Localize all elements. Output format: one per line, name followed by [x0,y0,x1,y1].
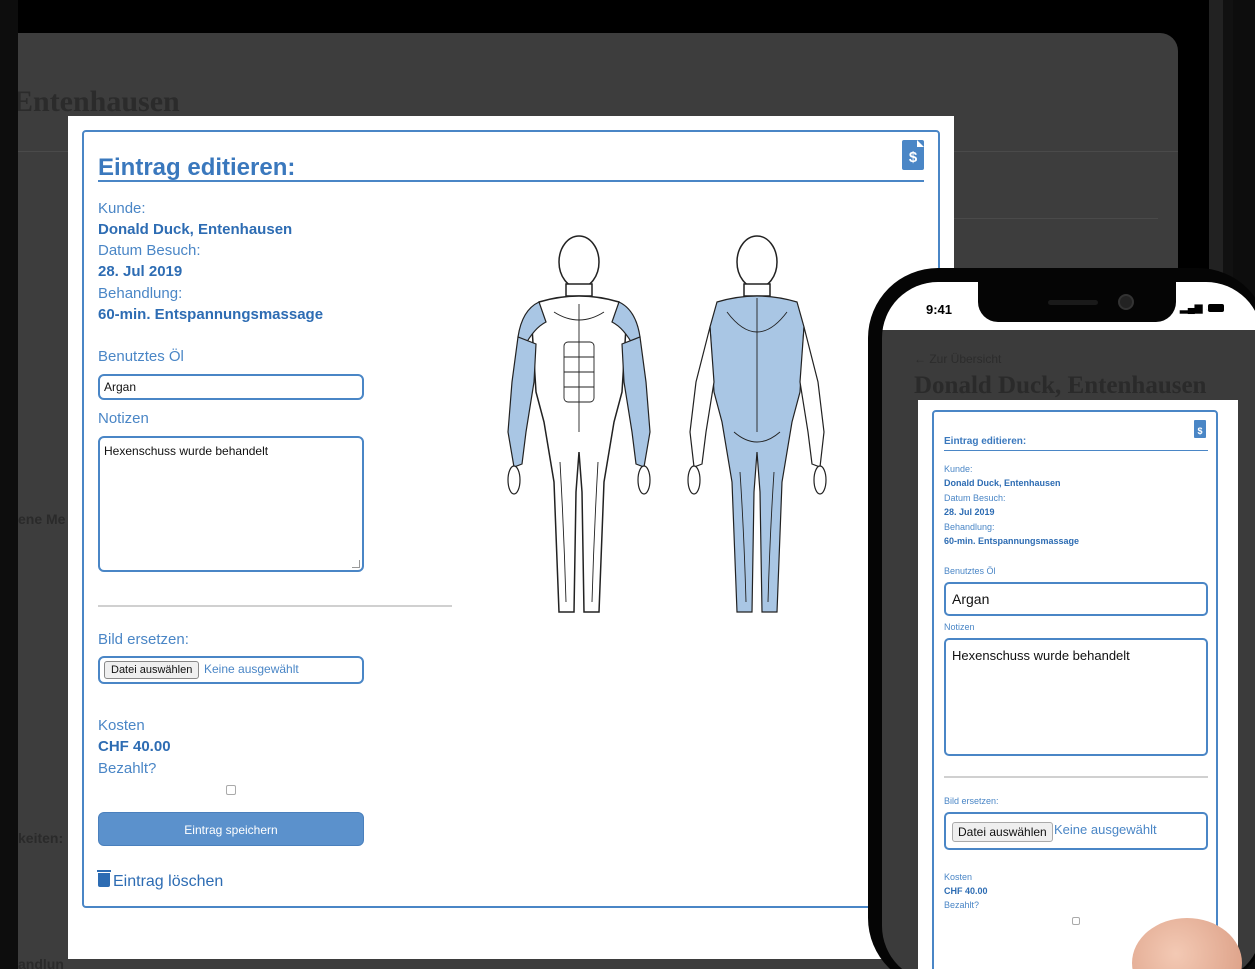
delete-entry-link[interactable]: Eintrag löschen [97,870,224,891]
body-front-diagram[interactable] [504,232,654,618]
customer-value: Donald Duck, Entenhausen [98,221,293,238]
signal-icon: ▂▄▆ ◔ [1180,303,1212,314]
oil-input[interactable]: Argan [98,374,364,400]
notes-textarea[interactable]: Hexenschuss wurde behandelt [98,436,364,572]
treatment-label: Behandlung: [98,285,183,302]
phone-screen: 9:41 ▂▄▆ ◔ ← Zur Übersicht Donald Duck, … [882,282,1255,969]
paid-label: Bezahlt? [98,760,157,777]
customer-value: Donald Duck, Entenhausen [944,478,1061,488]
treatment-value: 60-min. Entspannungsmassage [98,306,324,323]
oil-label: Benutztes Öl [944,566,996,576]
file-status: Keine ausgewählt [204,662,299,676]
background-page-title: , Entenhausen [18,85,180,118]
phone-notch [978,282,1176,322]
cost-value: CHF 40.00 [944,886,988,896]
body-back-diagram[interactable] [682,232,832,618]
delete-entry-label: Eintrag löschen [113,873,224,890]
speaker [1048,300,1098,305]
section-divider [944,776,1208,778]
oil-label: Benutztes Öl [98,348,184,365]
visit-date-label: Datum Besuch: [98,242,201,259]
choose-file-button[interactable]: Datei auswählen [104,661,200,679]
battery-icon [1208,304,1224,312]
status-bar: 9:41 ▂▄▆ ◔ [882,282,1255,330]
invoice-icon[interactable]: $ [1194,420,1206,438]
cost-label: Kosten [944,872,973,882]
replace-image-label: Bild ersetzen: [944,796,999,806]
customer-label: Kunde: [98,200,146,217]
treatment-label: Behandlung: [944,522,995,532]
resize-handle[interactable] [352,560,360,568]
camera [1118,294,1134,310]
phone-device: 9:41 ▂▄▆ ◔ ← Zur Übersicht Donald Duck, … [868,268,1255,969]
back-link[interactable]: ← Zur Übersicht [914,352,1001,366]
background-divider [918,218,1158,219]
notes-text: Hexenschuss wurde behandelt [952,648,1130,663]
visit-date-value: 28. Jul 2019 [98,263,183,280]
oil-input[interactable]: Argan [944,582,1208,616]
status-time: 9:41 [926,302,953,317]
customer-label: Kunde: [944,464,973,474]
file-status: Keine ausgewählt [1054,822,1157,837]
background-label: keiten: [18,830,64,846]
file-input[interactable]: Datei auswählen Keine ausgewählt [98,656,364,684]
treatment-value: 60-min. Entspannungsmassage [944,536,1080,546]
phone-page-title: Donald Duck, Entenhausen [914,372,1207,399]
invoice-icon[interactable]: $ [902,140,924,170]
notes-label: Notizen [944,622,975,632]
notes-label: Notizen [98,410,149,427]
file-input[interactable]: Datei auswählen Keine ausgewählt [944,812,1208,850]
phone-card-title: Eintrag editieren: [944,436,1027,447]
visit-date-label: Datum Besuch: [944,493,1006,503]
paid-label: Bezahlt? [944,900,980,910]
background-label: ene Me [18,511,66,527]
save-entry-button[interactable]: Eintrag speichern [98,812,364,846]
visit-date-value: 28. Jul 2019 [944,507,995,517]
title-divider [98,180,924,182]
cost-label: Kosten [98,717,145,734]
edit-entry-modal: Eintrag editieren: $ Kunde: Donald Duck,… [68,116,954,959]
replace-image-label: Bild ersetzen: [98,631,189,648]
phone-edit-modal: Eintrag editieren: $ Kunde: Donald Duck,… [918,400,1238,969]
notes-text: Hexenschuss wurde behandelt [104,444,269,458]
edit-entry-card: Eintrag editieren: $ Kunde: Donald Duck,… [82,130,940,908]
trash-icon [97,870,111,887]
card-title: Eintrag editieren: [98,154,296,181]
background-label: andlun [18,956,64,969]
choose-file-button[interactable]: Datei auswählen [952,822,1053,842]
section-divider [98,605,452,607]
cost-value: CHF 40.00 [98,738,171,755]
paid-checkbox[interactable] [1072,917,1080,925]
phone-title-divider [944,450,1208,451]
paid-checkbox[interactable] [226,785,236,795]
notes-textarea[interactable]: Hexenschuss wurde behandelt [944,638,1208,756]
phone-edit-card: Eintrag editieren: $ Kunde: Donald Duck,… [932,410,1218,969]
